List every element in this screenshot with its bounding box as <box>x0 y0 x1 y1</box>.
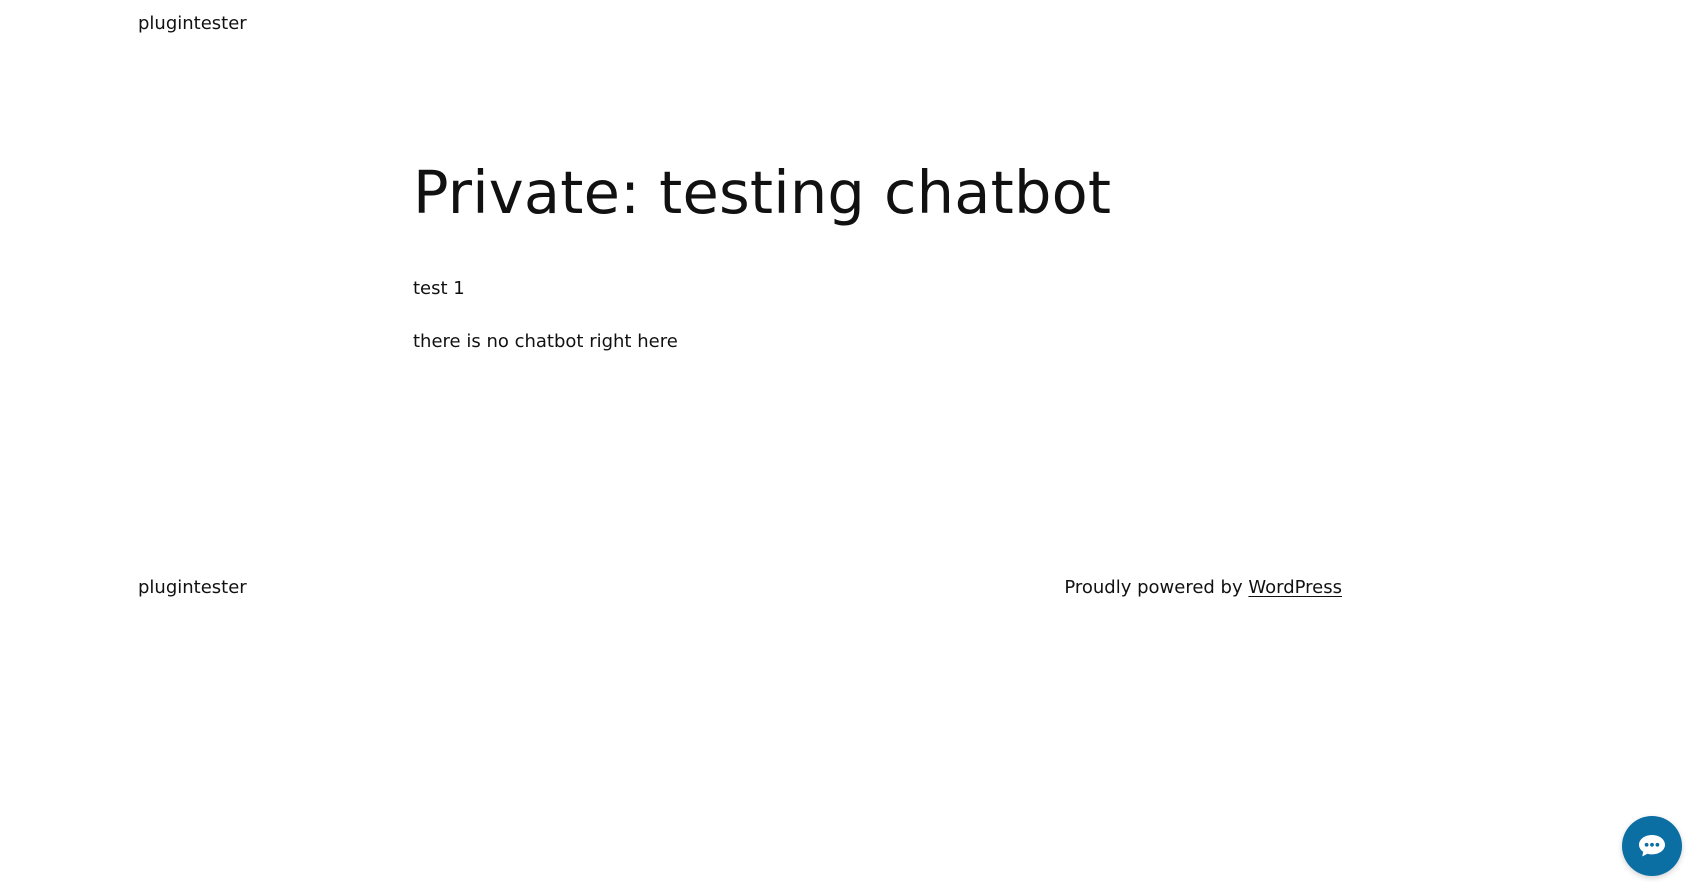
page-title: Private: testing chatbot <box>413 158 1112 227</box>
chat-bubble-icon <box>1639 835 1665 857</box>
entry-content: test 1 there is no chatbot right here <box>413 276 678 382</box>
chat-launcher-button[interactable] <box>1622 816 1682 876</box>
footer-credit-text: Proudly powered by <box>1064 577 1249 598</box>
site-title-link[interactable]: plugintester <box>138 11 247 37</box>
paragraph-test: test 1 <box>413 278 465 299</box>
paragraph-no-chatbot: there is no chatbot right here <box>413 331 678 352</box>
wordpress-link[interactable]: WordPress <box>1248 577 1342 598</box>
footer-site-title-link[interactable]: plugintester <box>138 575 247 601</box>
footer-credit: Proudly powered by WordPress <box>1064 575 1342 601</box>
